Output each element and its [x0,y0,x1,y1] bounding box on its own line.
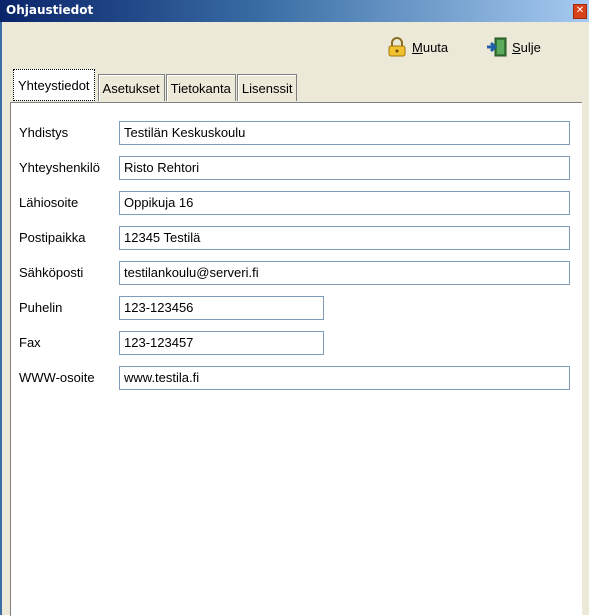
window-title: Ohjaustiedot [6,3,94,17]
field-label-lahiosoite: Lähiosoite [19,195,79,210]
tab-strip: Yhteystiedot Asetukset Tietokanta Lisens… [13,69,298,101]
sahkoposti-input[interactable]: testilankoulu@serveri.fi [119,261,570,285]
title-bar[interactable]: Ohjaustiedot ✕ [0,0,589,22]
edit-button-label: Muuta [412,39,449,55]
lahiosoite-input[interactable]: Oppikuja 16 [119,191,570,215]
field-label-www-osoite: WWW-osoite [19,370,95,385]
close-button[interactable]: Sulje [486,36,541,58]
tab-yhteystiedot[interactable]: Yhteystiedot [13,69,95,101]
tab-lisenssit[interactable]: Lisenssit [236,74,298,101]
field-label-sahkoposti: Sähköposti [19,265,84,280]
tab-asetukset[interactable]: Asetukset [97,74,165,101]
field-label-fax: Fax [19,335,41,350]
postipaikka-input[interactable]: 12345 Testilä [119,226,570,250]
exit-door-icon [486,37,508,57]
lock-icon [386,37,408,57]
www-osoite-input[interactable]: www.testila.fi [119,366,570,390]
fax-input[interactable]: 123-123457 [119,331,324,355]
field-label-postipaikka: Postipaikka [19,230,86,245]
yhdistys-input[interactable]: Testilän Keskuskoulu [119,121,570,145]
tab-tietokanta[interactable]: Tietokanta [165,74,236,101]
settings-window: Ohjaustiedot ✕ Muuta Sulje Yhteystiedot … [0,0,589,616]
field-label-puhelin: Puhelin [19,300,63,315]
close-window-button[interactable]: ✕ [573,4,587,19]
yhteyshenkilo-input[interactable]: Risto Rehtori [119,156,570,180]
edit-button[interactable]: Muuta [386,36,448,58]
field-label-yhteyshenkilo: Yhteyshenkilö [19,160,100,175]
window-border [0,22,2,615]
field-label-yhdistys: Yhdistys [19,125,69,140]
close-button-label: Sulje [512,39,541,55]
puhelin-input[interactable]: 123-123456 [119,296,324,320]
